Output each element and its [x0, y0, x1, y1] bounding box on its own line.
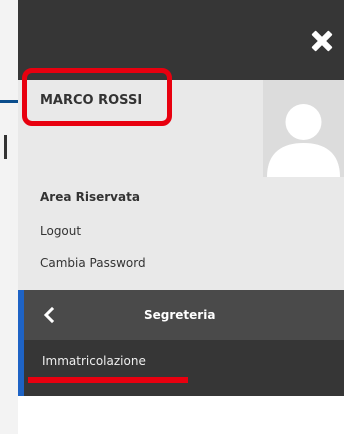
panel-bottom — [18, 396, 344, 434]
area-riservata-heading: Area Riservata — [40, 190, 140, 204]
background-accent-line — [0, 100, 18, 103]
annotation-highlight-box — [22, 68, 172, 126]
close-icon[interactable] — [310, 29, 334, 53]
user-info-area: MARCO ROSSI Area Riservata Logout Cambia… — [18, 68, 344, 290]
logout-link[interactable]: Logout — [40, 224, 81, 238]
background-tick — [4, 135, 7, 159]
side-menu-panel: MARCO ROSSI Area Riservata Logout Cambia… — [18, 0, 344, 434]
section-header: Segreteria — [18, 290, 344, 340]
section-item-immatricolazione[interactable]: Immatricolazione — [42, 354, 146, 368]
section-title: Segreteria — [144, 308, 216, 322]
user-silhouette-icon — [267, 104, 340, 177]
background-page — [0, 0, 19, 434]
avatar — [263, 80, 344, 177]
section-accent-bar — [18, 290, 24, 396]
chevron-left-icon[interactable] — [42, 305, 56, 325]
section-navigation: Segreteria Immatricolazione — [18, 290, 344, 396]
annotation-underline — [28, 377, 188, 383]
change-password-link[interactable]: Cambia Password — [40, 256, 146, 270]
